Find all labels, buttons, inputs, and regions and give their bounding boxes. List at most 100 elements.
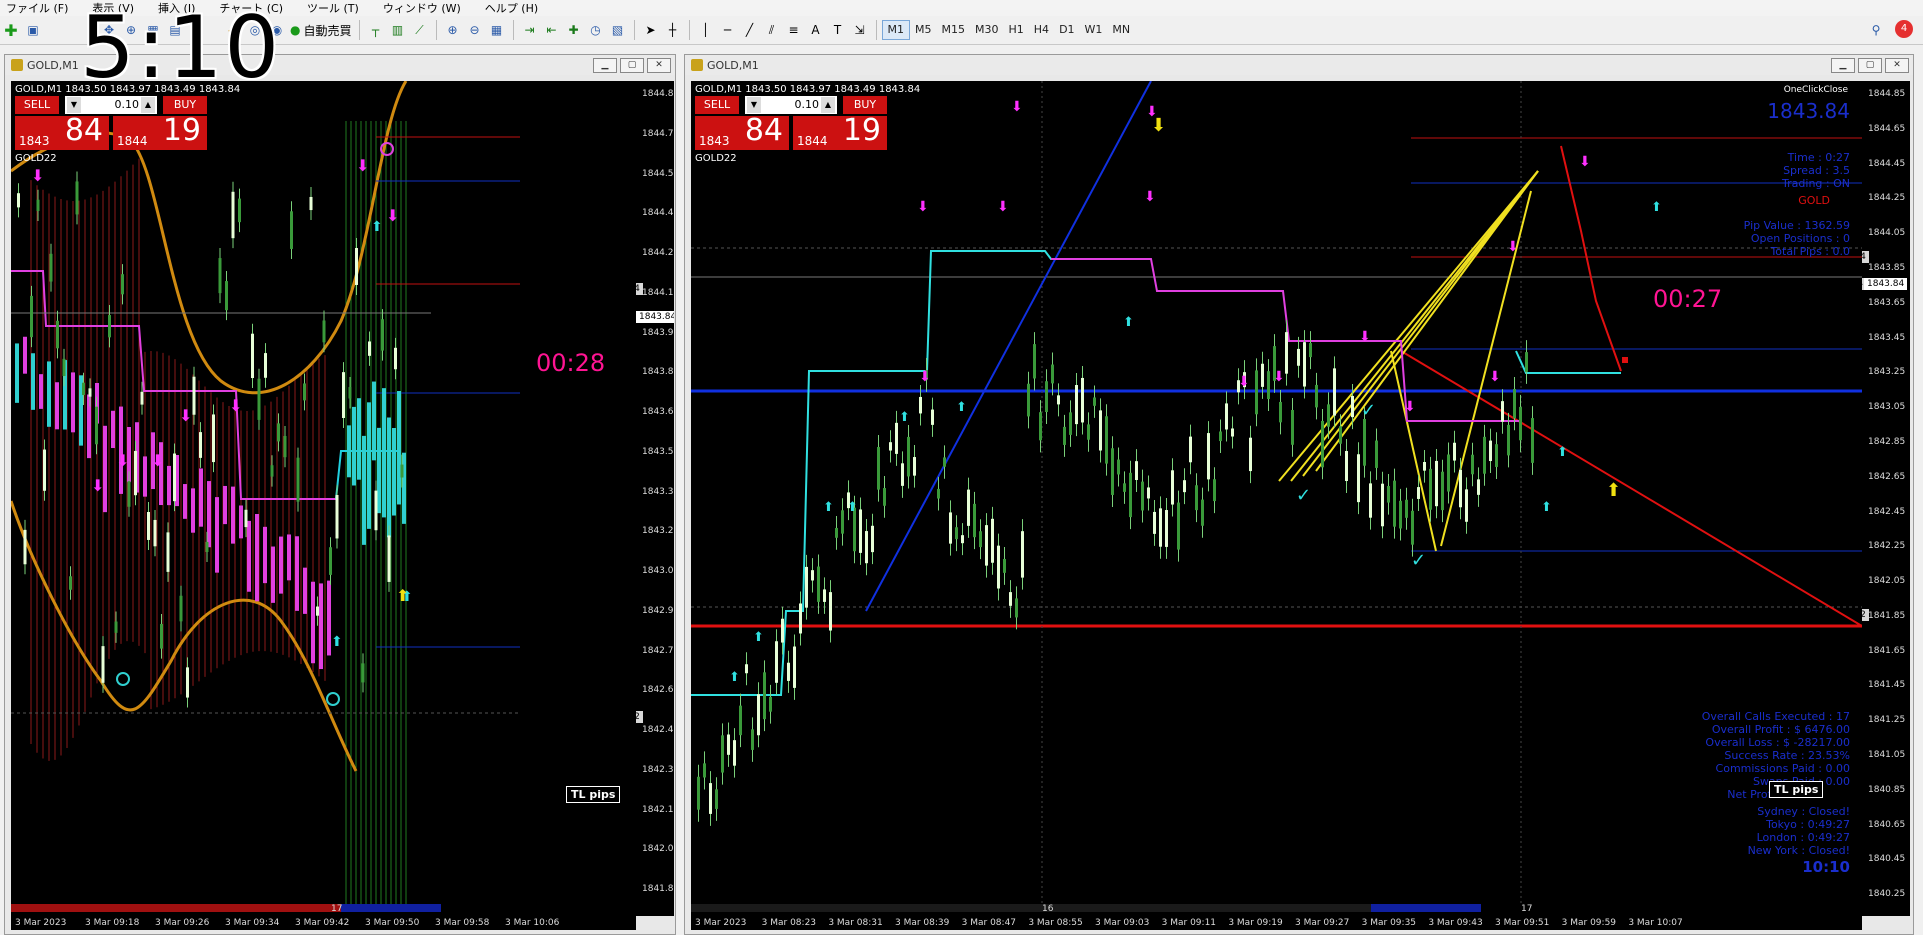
lot-size-value[interactable]: 0.10 [83,96,140,114]
buy-button[interactable]: BUY [843,96,887,114]
toolbar: ✚ ▣ ✥ ⊕ ▦ ▤ ◆ ◎ ◉ ● 自動売買 ┬ ▥ ⟋ ⊕ ⊖ ▦ ⇥ ⇤… [0,16,1923,45]
label-icon[interactable]: T [829,20,847,40]
candle-body [1453,442,1456,461]
histogram-bar [397,391,401,505]
ask-price-box[interactable]: 1844 19 [793,113,887,150]
lot-size-stepper[interactable]: ▼ 0.10 ▲ [65,96,157,114]
current-price-label: 1843.84 [1864,278,1908,290]
minimize-button[interactable]: ▁ [593,58,617,73]
notification-badge[interactable]: 4 [1895,20,1913,38]
candlestick-icon[interactable]: ▥ [389,20,407,40]
price-tick-label: 1844.05 [1868,228,1906,239]
time-tick-label: 3 Mar 09:11 [1161,918,1217,928]
timeframe-mn[interactable]: MN [1107,21,1135,39]
periods-icon[interactable]: ◷ [587,20,605,40]
candle-body [322,320,326,343]
cyan-circle [116,672,130,686]
info-trading: Trading : ON [1782,177,1850,190]
close-button[interactable]: ✕ [647,58,671,73]
close-button[interactable]: ✕ [1885,58,1909,73]
lot-size-stepper[interactable]: ▼ 0.10 ▲ [745,96,837,114]
new-chart-icon[interactable]: ✚ [2,20,20,40]
candle-body [1267,371,1270,400]
timeframe-d1[interactable]: D1 [1054,21,1079,39]
price-tick-label: 1842.15 [642,804,674,815]
autotrade-button[interactable]: ● 自動売買 [290,20,352,40]
fibo-icon[interactable]: ≡ [785,20,803,40]
candle-body [1291,409,1294,445]
candle-body [1495,444,1498,467]
lot-increase-icon[interactable]: ▲ [141,97,155,113]
candle-body [811,570,814,581]
ask-price-box[interactable]: 1844 19 [113,113,207,150]
candle-body [36,199,40,211]
candle-body [787,662,790,681]
sell-arrow: ⬇ [1489,369,1501,385]
chart-shift-icon[interactable]: ⇤ [543,20,561,40]
horizontal-line-icon[interactable]: ─ [719,20,737,40]
minimize-button[interactable]: ▁ [1831,58,1855,73]
zoom-in-icon[interactable]: ⊕ [444,20,462,40]
bid-price-box[interactable]: 1843 84 [695,113,789,150]
price-tick-label: 1842.60 [642,685,674,696]
time-tick-label: 3 Mar 09:18 [85,918,140,928]
chart-plot-area[interactable]: ⬇ ⬇ ⬇ ⬇ ⬇ ⬇ ⬇ ⬇ ⬆ ⬆ ⬆ ⬆ GOLD,M1 1843.50 1843.97 184… [11,81,636,916]
candle-body [69,576,72,590]
price-tick-label: 1842.90 [642,605,674,616]
search-icon[interactable]: ⚲ [1867,20,1885,40]
time-axis[interactable]: 3 Mar 2023 3 Mar 09:18 3 Mar 09:26 3 Mar 09… [11,904,636,930]
lot-size-value[interactable]: 0.10 [763,96,820,114]
timeframe-h4[interactable]: H4 [1029,21,1054,39]
timeframe-m30[interactable]: M30 [970,21,1004,39]
candle-body [1099,410,1102,451]
templates-icon[interactable]: ▧ [609,20,627,40]
zoom-out-icon[interactable]: ⊖ [466,20,484,40]
buy-button[interactable]: BUY [163,96,207,114]
maximize-button[interactable]: ▢ [620,58,644,73]
time-axis[interactable]: 3 Mar 2023 3 Mar 08:23 3 Mar 08:31 3 Mar 08… [691,904,1862,930]
line-chart-icon[interactable]: ⟋ [411,20,429,40]
menu-window[interactable]: ウィンドウ (W) [383,0,461,16]
lot-decrease-icon[interactable]: ▼ [67,97,81,113]
timeframe-m5[interactable]: M5 [910,21,937,39]
sell-button[interactable]: SELL [695,96,739,114]
oneclickclose-label[interactable]: OneClickClose [1784,85,1848,95]
lot-decrease-icon[interactable]: ▼ [747,97,761,113]
candle-body [1429,468,1432,510]
profiles-icon[interactable]: ▣ [24,20,42,40]
bid-price-box[interactable]: 1843 84 [15,113,109,150]
cursor-icon[interactable]: ➤ [642,20,660,40]
tl-pips-button[interactable]: TL pips [1769,781,1824,798]
candle-body [1255,370,1258,415]
text-icon[interactable]: A [807,20,825,40]
tl-pips-button[interactable]: TL pips [566,786,621,803]
candle-body [23,529,27,565]
autoscroll-icon[interactable]: ⇥ [521,20,539,40]
timeframe-h1[interactable]: H1 [1004,21,1029,39]
timeframe-m1[interactable]: M1 [881,20,910,40]
price-axis[interactable]: 1844.85 1844.65 1844.45 1844.25 1844.05 1843.… [1862,81,1910,916]
candle-body [901,463,904,486]
crosshair-icon[interactable]: ┼ [664,20,682,40]
window-controls: ▁ ▢ ✕ [590,58,671,73]
timeframe-m15[interactable]: M15 [937,21,971,39]
menu-help[interactable]: ヘルプ (H) [485,0,538,16]
trend-line-icon[interactable]: ╱ [741,20,759,40]
channel-icon[interactable]: ⫽ [763,20,781,40]
lot-increase-icon[interactable]: ▲ [821,97,835,113]
indicators-icon[interactable]: ✚ [565,20,583,40]
arrows-icon[interactable]: ⇲ [851,20,869,40]
maximize-button[interactable]: ▢ [1858,58,1882,73]
histogram-bar [199,468,203,527]
autotrade-icon: ● [290,23,301,37]
chart-plot-area[interactable]: ⬇ ⬇ ⬇ ⬇ ⬇ ⬇ ⬇ ⬇ ⬇ ⬇ ⬇ ⬇ ⬇ ⬆ ⬆ ⬆ ⬆ ⬆ ⬆ ⬆ ⬆ ⬆ ⬆ ⬇ ⬆ ✓ ✓ ✓ GOLD,M1 184… [691,81,1862,916]
sell-button[interactable]: SELL [15,96,59,114]
menu-tools[interactable]: ツール (T) [307,0,359,16]
candle-body [1153,511,1156,534]
vertical-line-icon[interactable]: │ [697,20,715,40]
tile-windows-icon[interactable]: ▦ [488,20,506,40]
price-axis[interactable]: 1844.85 1844.70 1844.55 1844.40 1844.25 1844.… [636,81,674,916]
menu-file[interactable]: ファイル (F) [6,0,68,16]
timeframe-w1[interactable]: W1 [1080,21,1108,39]
bar-chart-icon[interactable]: ┬ [367,20,385,40]
